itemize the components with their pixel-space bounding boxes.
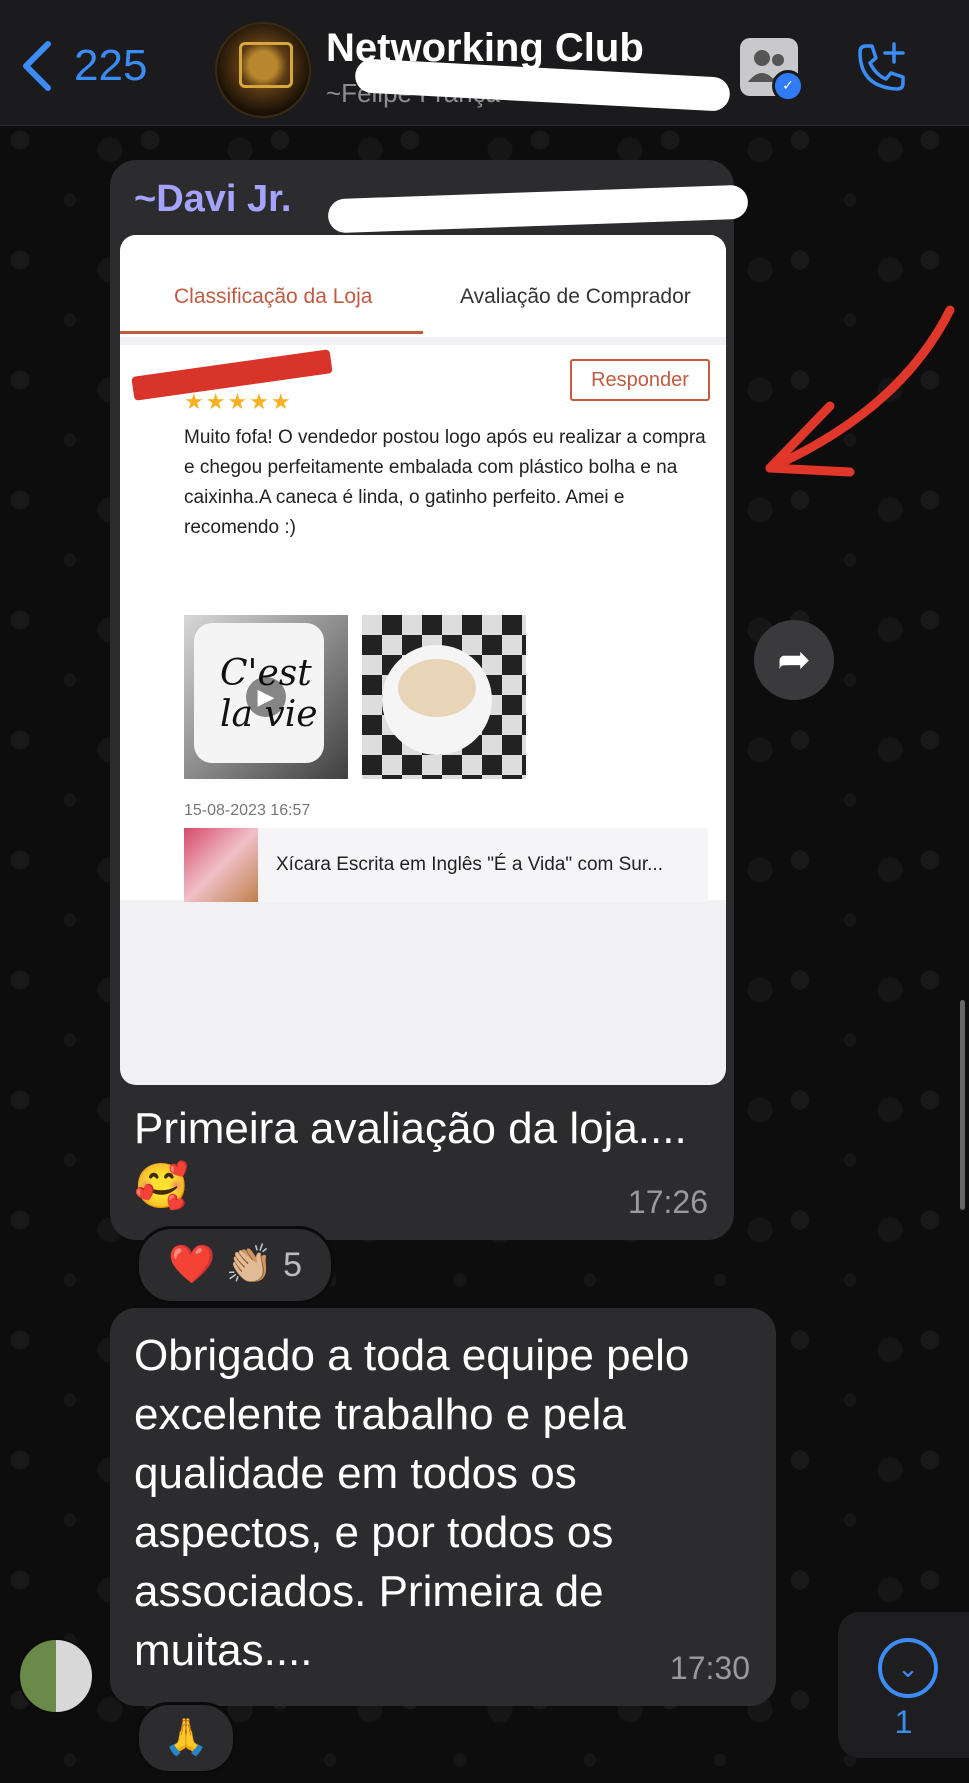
tab-buyer-rating: Avaliação de Comprador: [460, 285, 691, 308]
scroll-to-bottom-button[interactable]: ⌄ 1: [838, 1612, 969, 1758]
review-tabs: Classificação da Loja Avaliação de Compr…: [120, 235, 726, 337]
message-time: 17:30: [669, 1650, 750, 1686]
message-text: Obrigado a toda equipe pelo excelente tr…: [134, 1331, 690, 1675]
sender-avatar[interactable]: [18, 1638, 94, 1714]
product-image: [184, 828, 258, 902]
message-bubble[interactable]: ~Davi Jr. Classificação da Loja Avaliaçã…: [110, 160, 749, 1240]
reply-button: Responder: [570, 359, 710, 401]
star-rating: ★★★★★: [184, 389, 293, 414]
chat-header: 225 Networking Club ~Felipe França ✓: [0, 0, 969, 126]
reaction-count: 5: [283, 1245, 303, 1284]
product-name: Xícara Escrita em Inglês "É a Vida" com …: [276, 854, 663, 875]
review-video-thumbnail: C'est la vie ▶: [184, 615, 348, 779]
message-time: 17:26: [627, 1184, 708, 1220]
sender-name[interactable]: ~Davi Jr.: [134, 178, 291, 221]
tab-store-rating: Classificação da Loja: [174, 285, 373, 308]
screenshot-image[interactable]: Classificação da Loja Avaliação de Compr…: [120, 235, 726, 1085]
group-avatar[interactable]: [215, 22, 311, 118]
chevron-left-icon: [23, 41, 51, 91]
chevron-down-icon: ⌄: [878, 1638, 938, 1698]
unread-badge: 1: [894, 1704, 913, 1740]
review-date: 15-08-2023 16:57: [184, 802, 311, 819]
scrollbar[interactable]: [960, 1000, 965, 1210]
reactions-pill[interactable]: ❤️ 👏🏼 5: [136, 1226, 334, 1304]
reactions-pill[interactable]: 🙏: [136, 1702, 236, 1774]
reaction-emojis: ❤️ 👏🏼: [167, 1244, 274, 1286]
forward-icon[interactable]: ➦: [754, 620, 834, 700]
back-button[interactable]: 225: [18, 38, 147, 94]
community-icon[interactable]: ✓: [740, 38, 804, 102]
play-icon: ▶: [246, 677, 286, 717]
unread-count: 225: [74, 41, 148, 90]
message-text: Primeira avaliação da loja.... 🥰: [134, 1104, 687, 1211]
tab-underline: [120, 331, 423, 334]
review-photo-thumbnail: [362, 615, 526, 779]
red-arrow-annotation: [765, 305, 955, 477]
add-call-icon[interactable]: [850, 38, 910, 98]
redaction-scribble: [327, 184, 749, 234]
product-row: Xícara Escrita em Inglês "É a Vida" com …: [184, 828, 708, 902]
review-text: Muito fofa! O vendedor postou logo após …: [184, 427, 706, 538]
message-bubble[interactable]: Obrigado a toda equipe pelo excelente tr…: [110, 1308, 776, 1706]
review-card: Responder ★★★★★ Muito fofa! O vendedor p…: [120, 345, 726, 902]
